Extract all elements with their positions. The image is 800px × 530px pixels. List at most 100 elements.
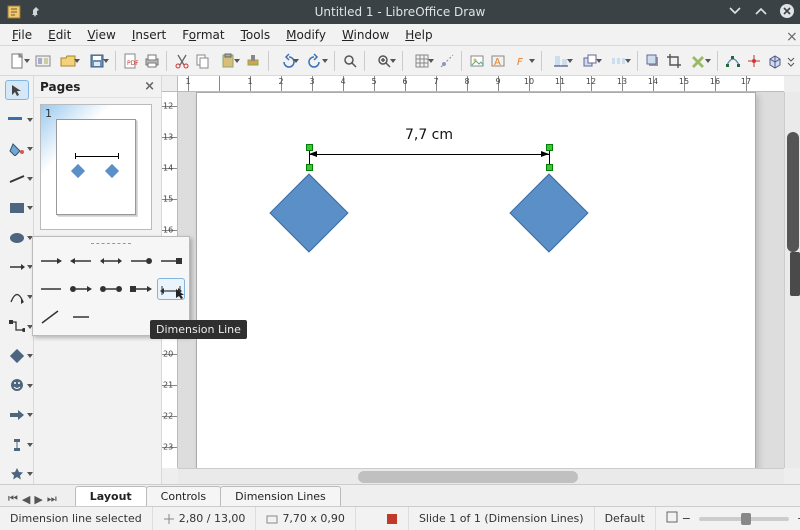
line-color-tool[interactable] (5, 110, 29, 130)
zoom-button[interactable] (370, 49, 397, 73)
scrollbar-thumb[interactable] (787, 132, 799, 252)
symbol-shapes-tool[interactable] (5, 376, 29, 396)
tab-nav-prev[interactable]: ◀ (22, 493, 30, 506)
menu-tools[interactable]: Tools (233, 26, 279, 44)
edit-points-button[interactable] (723, 49, 742, 73)
flowchart-tool[interactable] (5, 435, 29, 455)
extrusion-button[interactable] (765, 49, 784, 73)
open-button[interactable] (54, 49, 81, 73)
svg-text:A: A (494, 57, 501, 68)
arrow-opt-45[interactable] (37, 306, 65, 328)
shape-diamond[interactable] (269, 173, 348, 252)
status-modified-icon[interactable] (376, 507, 409, 530)
helplines-button[interactable] (437, 49, 456, 73)
star-tool[interactable] (5, 464, 29, 484)
find-button[interactable] (340, 49, 359, 73)
canvas-viewport[interactable]: 7,7 cm (178, 92, 784, 468)
tab-nav-first[interactable]: ⏮ (8, 492, 18, 506)
menu-window[interactable]: Window (334, 26, 397, 44)
menu-file[interactable]: File (4, 26, 40, 44)
selection-handle[interactable] (546, 144, 553, 151)
clone-format-button[interactable] (243, 49, 262, 73)
arrange-button[interactable] (576, 49, 603, 73)
curve-tool[interactable] (5, 287, 29, 307)
new-button[interactable] (4, 49, 31, 73)
arrow-opt-short[interactable] (67, 306, 95, 328)
arrow-opt-dimension-line[interactable] (157, 278, 185, 300)
page-thumbnail[interactable]: 1 (40, 104, 152, 230)
rectangle-tool[interactable] (5, 198, 29, 218)
distribute-button[interactable] (605, 49, 632, 73)
arrow-opt-square-start[interactable] (127, 278, 155, 300)
pages-panel-title: Pages (40, 80, 80, 94)
lines-arrows-tool[interactable] (5, 257, 29, 277)
overflow-button[interactable] (786, 49, 796, 73)
arrow-opt-start[interactable] (67, 250, 95, 272)
image-button[interactable] (467, 49, 486, 73)
redo-button[interactable] (302, 49, 329, 73)
line-tool[interactable] (5, 169, 29, 189)
templates-button[interactable] (33, 49, 52, 73)
window-maximize-button[interactable] (752, 2, 770, 20)
tab-layout[interactable]: Layout (75, 486, 147, 506)
grid-button[interactable] (408, 49, 435, 73)
zoom-slider[interactable] (699, 517, 789, 521)
menu-insert[interactable]: Insert (124, 26, 174, 44)
ellipse-tool[interactable] (5, 228, 29, 248)
selection-handle[interactable] (546, 164, 553, 171)
zoom-out-button[interactable]: − (682, 512, 691, 525)
arrow-opt-circle-start[interactable] (67, 278, 95, 300)
align-button[interactable] (547, 49, 574, 73)
right-panel-toggle[interactable] (790, 252, 800, 296)
window-minimize-button[interactable] (726, 2, 744, 20)
dimension-line[interactable] (309, 154, 549, 155)
menu-edit[interactable]: Edit (40, 26, 79, 44)
document-close-icon[interactable]: × (778, 27, 794, 39)
arrow-opt-circle-end[interactable] (127, 250, 155, 272)
filter-button[interactable] (685, 49, 712, 73)
print-button[interactable] (142, 49, 161, 73)
textbox-button[interactable]: A (488, 49, 507, 73)
tab-nav-last[interactable]: ⏭ (47, 492, 57, 506)
glue-points-button[interactable] (744, 49, 763, 73)
shadow-button[interactable] (643, 49, 662, 73)
pointer-tool[interactable] (5, 80, 29, 100)
fit-page-icon[interactable] (666, 511, 678, 526)
paste-button[interactable] (214, 49, 241, 73)
arrow-opt-square-end[interactable] (157, 250, 185, 272)
horizontal-scrollbar[interactable] (178, 468, 784, 484)
arrow-opt-both[interactable] (97, 250, 125, 272)
scrollbar-thumb[interactable] (358, 471, 578, 483)
selection-handle[interactable] (306, 144, 313, 151)
save-button[interactable] (83, 49, 110, 73)
basic-shapes-tool[interactable] (5, 346, 29, 366)
pages-panel-close-icon[interactable]: × (144, 79, 155, 94)
menu-format[interactable]: Format (174, 26, 232, 44)
fontwork-button[interactable]: F (509, 49, 536, 73)
arrow-opt-circle-both[interactable] (97, 278, 125, 300)
cut-button[interactable] (172, 49, 191, 73)
arrow-opt-end[interactable] (37, 250, 65, 272)
tab-dimension-lines[interactable]: Dimension Lines (220, 486, 341, 506)
status-size: 7,70 x 0,90 (256, 507, 356, 530)
copy-button[interactable] (193, 49, 212, 73)
undo-button[interactable] (273, 49, 300, 73)
shape-diamond[interactable] (509, 173, 588, 252)
menu-modify[interactable]: Modify (278, 26, 334, 44)
export-pdf-button[interactable]: PDF (121, 49, 140, 73)
menu-help[interactable]: Help (397, 26, 440, 44)
connector-tool[interactable] (5, 317, 29, 337)
arrow-opt-none[interactable] (37, 278, 65, 300)
pin-icon[interactable] (28, 4, 44, 20)
horizontal-ruler[interactable]: 11234567891011121314151617 (178, 76, 784, 92)
arrow-shapes-tool[interactable] (5, 405, 29, 425)
window-close-button[interactable] (778, 2, 796, 20)
tab-nav-next[interactable]: ▶ (34, 493, 42, 506)
tab-controls[interactable]: Controls (146, 486, 222, 506)
status-style[interactable]: Default (595, 507, 656, 530)
drawing-page[interactable]: 7,7 cm (196, 92, 756, 468)
selection-handle[interactable] (306, 164, 313, 171)
menu-view[interactable]: View (79, 26, 123, 44)
fill-color-tool[interactable] (5, 139, 29, 159)
crop-button[interactable] (664, 49, 683, 73)
